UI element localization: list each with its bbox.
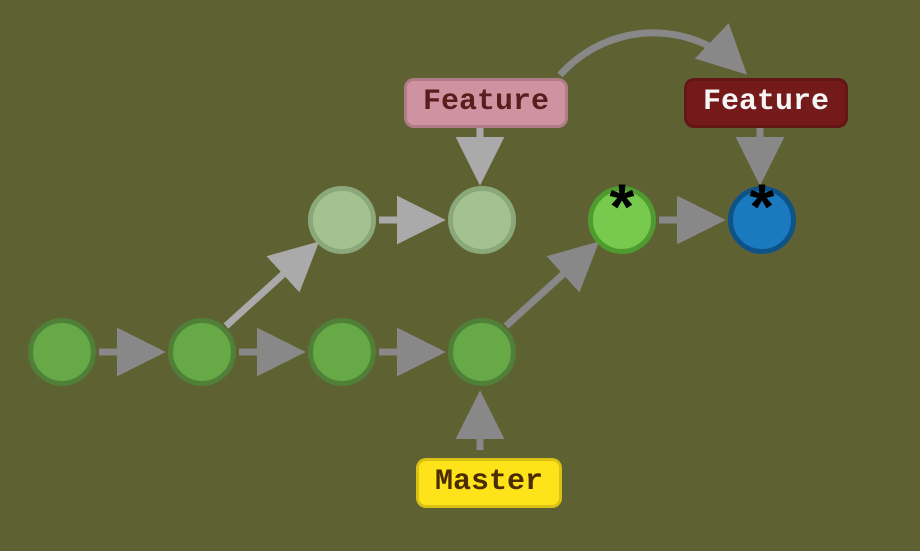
branch-label-feature-old: Feature — [404, 78, 568, 128]
commit-rebased-1: * — [588, 186, 656, 254]
star-icon: * — [733, 183, 791, 247]
branch-label-feature-new: Feature — [684, 78, 848, 128]
branch-label-master: Master — [416, 458, 562, 508]
arrow-feature-move — [560, 33, 740, 75]
commit-feature-old-2 — [448, 186, 516, 254]
commit-master-3 — [308, 318, 376, 386]
arrow-m2-f1old — [226, 248, 312, 326]
star-icon: * — [593, 183, 651, 247]
commit-feature-old-1 — [308, 186, 376, 254]
commit-master-2 — [168, 318, 236, 386]
commit-rebased-2-head: * — [728, 186, 796, 254]
commit-master-1 — [28, 318, 96, 386]
git-rebase-diagram: * * Feature Feature Master — [0, 0, 920, 551]
arrow-m4-r1 — [506, 248, 592, 326]
commit-master-4 — [448, 318, 516, 386]
